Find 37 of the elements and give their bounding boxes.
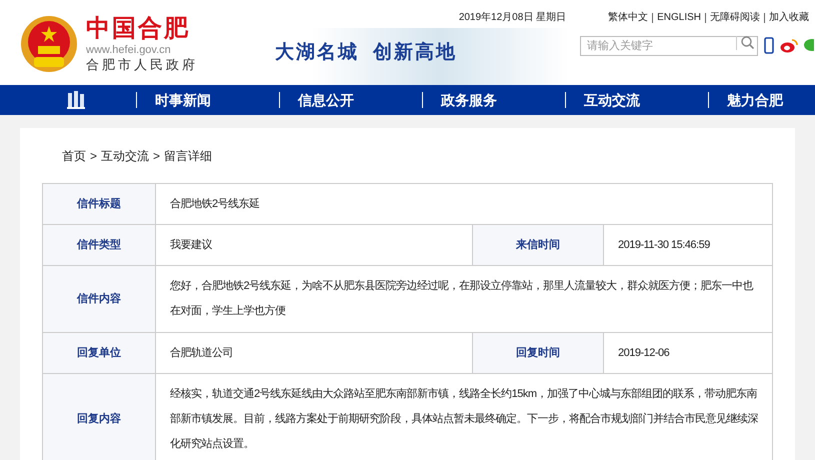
field-value: 您好，合肥地铁2号线东延，为啥不从肥东县医院旁边经过呢，在那设立停靠站，那里人流量较大，群众就医方便；肥东一中也在对面，学生上学也方便 [156,266,773,332]
field-label: 回复时间 [473,333,604,373]
slogan-text: 大湖名城 [275,40,359,65]
breadcrumb-separator: > [153,148,160,164]
header-link[interactable]: ENGLISH [657,10,701,25]
breadcrumb-link[interactable]: 互动交流 [101,146,150,164]
field-value: 经核实，轨道交通2号线东延线由大众路站至肥东南部新市镇，线路全长约15km，加强了中心城与东部组团的联系，带动肥东南部新市镇发展。目前，线路方案处于前期研究阶段，具体站点暂未最终确定。下一步，将配合市规划部门并结合市民意见继续深化研究站点设置。 [156,374,773,460]
field-value: 合肥地铁2号线东延 [156,184,773,224]
field-value: 2019-11-30 15:46:59 [604,225,773,265]
nav-item[interactable]: 时事新闻 [137,90,229,110]
header-link[interactable]: 加入收藏 [769,10,809,25]
nav-item[interactable]: 魅力合肥 [709,90,801,110]
weibo-icon[interactable] [780,38,798,52]
field-label: 信件内容 [43,266,156,332]
breadcrumb-separator: > [90,148,98,164]
field-label: 信件标题 [43,184,156,224]
site-url: www.hefei.gov.cn [86,42,172,56]
field-value: 2019-12-06 [604,333,773,373]
building-icon[interactable] [66,90,86,110]
nav-item[interactable]: 信息公开 [280,90,372,110]
search-field[interactable]: 请输入关键字 [580,36,758,56]
header-link[interactable]: 无障碍阅读 [710,10,760,25]
breadcrumb-link[interactable]: 首页 [62,146,86,164]
breadcrumb-link[interactable]: 留言详细 [164,146,212,164]
field-label: 信件类型 [43,225,156,265]
field-label: 回复内容 [43,374,156,460]
field-label: 来信时间 [473,225,604,265]
date-text: 2019年12月08日 星期日 [458,10,566,25]
header-link[interactable]: 繁体中文 [608,10,648,25]
nav-item[interactable]: 互动交流 [566,90,658,110]
slogan-text: 创新高地 [373,40,457,65]
mobile-phone-icon[interactable] [764,36,774,54]
search-icon[interactable] [741,36,754,49]
site-name: 中国合肥 [86,14,191,42]
government-name: 合肥市人民政府 [86,56,198,72]
nav-item[interactable]: 政务服务 [423,90,515,110]
field-label: 回复单位 [43,333,156,373]
